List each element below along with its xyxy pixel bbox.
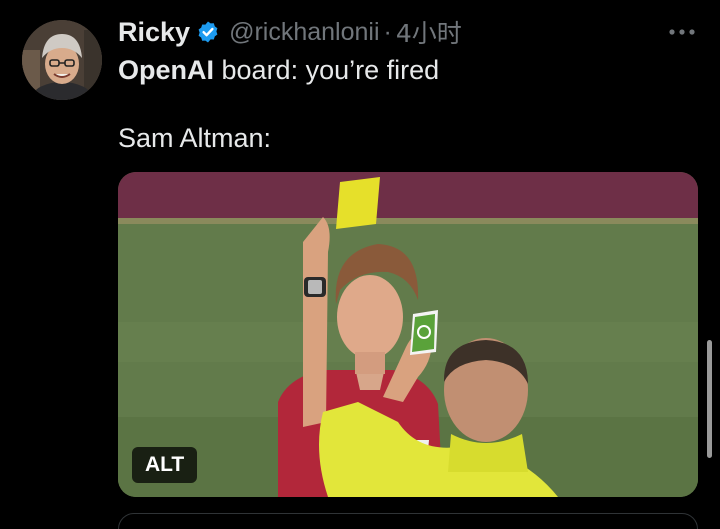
more-options-button[interactable] (664, 20, 700, 44)
tweet-text-rest: board: you’re fired (214, 55, 440, 85)
tweet-text-line-2: Sam Altman: (118, 123, 272, 153)
more-options-icon (669, 29, 695, 35)
tweet-text-line-1: OpenAI board: you’re fired (118, 53, 439, 87)
tweet-media[interactable]: ALT (118, 172, 698, 497)
tweet-header: Ricky @rickhanlonii · 4小时 (118, 14, 462, 50)
timestamp[interactable]: 4小时 (396, 14, 462, 50)
verified-badge-icon (196, 20, 220, 44)
tweet-text-bold: OpenAI (118, 55, 215, 85)
media-image (118, 172, 698, 497)
alt-text-badge[interactable]: ALT (132, 447, 198, 483)
user-handle[interactable]: @rickhanlonii (229, 18, 379, 47)
tweet: Ricky @rickhanlonii · 4小时 OpenAI board: … (0, 0, 720, 529)
next-card-edge (118, 513, 698, 529)
avatar-image (22, 20, 102, 100)
display-name[interactable]: Ricky (118, 17, 190, 48)
scrollbar-thumb[interactable] (707, 340, 712, 458)
separator-dot: · (383, 17, 392, 46)
avatar[interactable] (22, 20, 102, 100)
